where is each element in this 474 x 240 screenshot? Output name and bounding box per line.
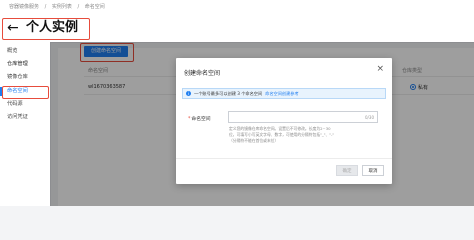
sidebar-item-overview[interactable]: 概览 — [7, 47, 17, 54]
breadcrumb-item: 命名空间 — [84, 4, 105, 10]
sidebar-item-image-repo[interactable]: 镜像仓库 — [7, 73, 28, 80]
sidebar-highlight-box — [2, 86, 49, 99]
sidebar: 概览 仓库管理 镜像仓库 命名空间 代码源 访问凭证 — [0, 42, 51, 206]
cancel-button[interactable]: 取消 — [362, 165, 384, 176]
namespace-field-label: *命名空间 — [188, 117, 211, 122]
namespace-input[interactable]: 0/30 — [228, 111, 378, 123]
info-text: 一个账号最多可以创建 3 个命名空间 — [194, 91, 263, 96]
sidebar-item-code-source[interactable]: 代码源 — [7, 100, 23, 107]
sidebar-item-credentials[interactable]: 访问凭证 — [7, 113, 28, 120]
title-highlight-box — [2, 18, 90, 40]
create-namespace-dialog: 创建命名空间 × i 一个账号最多可以创建 3 个命名空间 命名空间创建参考 *命… — [176, 58, 392, 184]
info-banner: i 一个账号最多可以创建 3 个命名空间 命名空间创建参考 — [182, 88, 386, 99]
dialog-footer-divider — [176, 158, 392, 159]
info-icon: i — [186, 91, 191, 96]
breadcrumb-item[interactable]: 实例列表 — [52, 4, 72, 10]
char-counter: 0/30 — [365, 115, 374, 120]
breadcrumb: 容器镜像服务 / 实例列表 / 命名空间 — [9, 4, 105, 10]
confirm-button[interactable]: 确定 — [336, 165, 358, 176]
close-icon[interactable]: × — [376, 64, 384, 74]
sidebar-group-repo-management[interactable]: 仓库管理 — [7, 60, 28, 67]
namespace-help-text: 定义您的镜像仓库命名空间。设置后不可修改。长度为2~30 位，可填写小写英文字母… — [229, 126, 335, 143]
breadcrumb-item[interactable]: 容器镜像服务 — [9, 4, 39, 10]
dialog-title: 创建命名空间 — [184, 70, 221, 77]
top-bar: 容器镜像服务 / 实例列表 / 命名空间 — [0, 0, 474, 15]
info-link[interactable]: 命名空间创建参考 — [265, 91, 299, 96]
